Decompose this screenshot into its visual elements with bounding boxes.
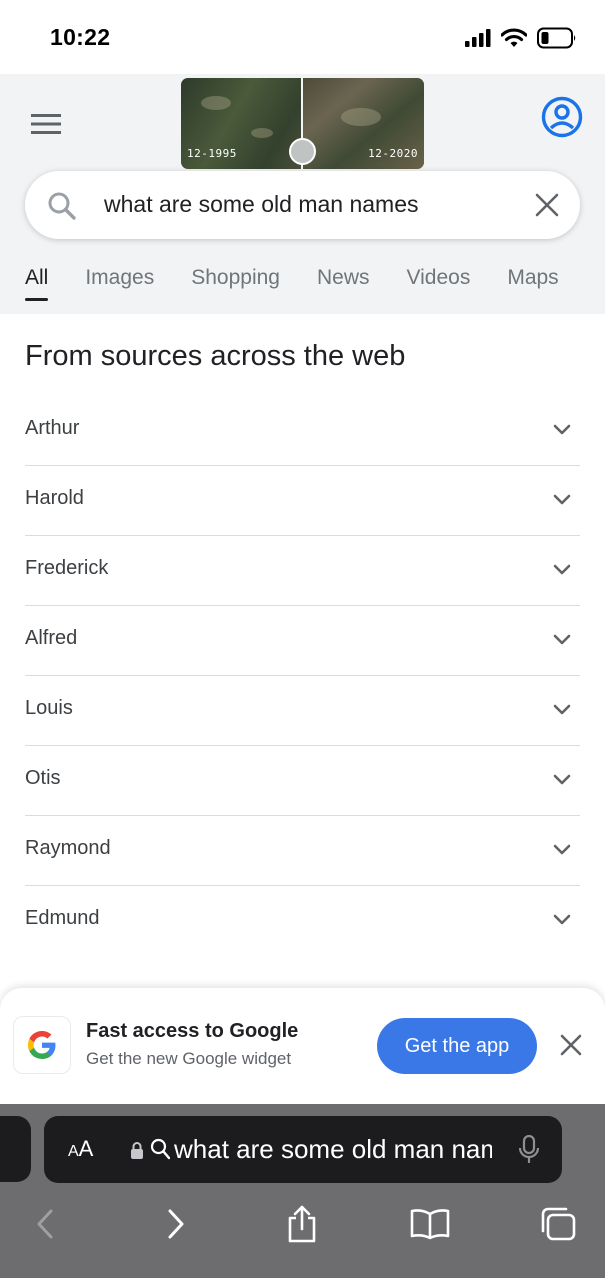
address-text: what are some old man names [174, 1134, 492, 1164]
reader-small-a: A [68, 1143, 79, 1160]
chevron-down-icon [553, 424, 571, 435]
list-item-label: Alfred [25, 627, 78, 649]
list-item[interactable]: Frederick [25, 536, 580, 606]
list-item-label: Raymond [25, 837, 111, 859]
list-item-label: Edmund [25, 907, 100, 929]
account-icon[interactable] [541, 96, 583, 138]
tab-news[interactable]: News [317, 262, 370, 314]
promo-title: Fast access to Google [86, 1020, 299, 1042]
chevron-down-icon [553, 844, 571, 855]
share-icon[interactable] [282, 1204, 322, 1244]
list-item-label: Arthur [25, 417, 80, 439]
get-app-button[interactable]: Get the app [377, 1018, 537, 1074]
tabs-icon[interactable] [538, 1204, 578, 1244]
list-item[interactable]: Harold [25, 466, 580, 536]
close-icon[interactable] [534, 192, 560, 218]
tab-maps[interactable]: Maps [507, 262, 558, 314]
menu-icon[interactable] [26, 104, 66, 144]
signal-icon [465, 29, 491, 47]
list-item[interactable]: Edmund [25, 886, 580, 956]
status-bar: 10:22 [0, 0, 605, 74]
google-header: 12-1995 12-2020 what are some old man na… [0, 74, 605, 314]
chevron-down-icon [553, 774, 571, 785]
chevron-down-icon [553, 914, 571, 925]
browser-toolbar: AA what are some old man names [0, 1104, 605, 1278]
bookmarks-icon[interactable] [410, 1204, 450, 1244]
forward-icon[interactable] [156, 1204, 196, 1244]
list-item-label: Louis [25, 697, 73, 719]
lock-icon [131, 1142, 143, 1159]
microphone-icon[interactable] [518, 1135, 540, 1165]
doodle-right-date: 12-2020 [368, 147, 418, 160]
address-bar[interactable]: AA what are some old man names [44, 1116, 562, 1183]
list-item-label: Frederick [25, 557, 109, 579]
previous-tab-preview[interactable] [0, 1116, 31, 1182]
list-item[interactable]: Alfred [25, 606, 580, 676]
google-logo-icon [13, 1016, 71, 1074]
list-item[interactable]: Raymond [25, 816, 580, 886]
tab-images[interactable]: Images [85, 262, 154, 314]
doodle-left-date: 12-1995 [187, 147, 237, 160]
search-input[interactable]: what are some old man names [104, 191, 419, 218]
doodle-texture [341, 108, 381, 126]
status-icons [465, 26, 577, 50]
status-time: 10:22 [50, 24, 111, 50]
wifi-icon [501, 28, 527, 47]
back-icon[interactable] [25, 1204, 65, 1244]
search-icon [48, 192, 76, 220]
list-item[interactable]: Louis [25, 676, 580, 746]
list-item-label: Harold [25, 487, 84, 509]
list-item[interactable]: Arthur [25, 396, 580, 466]
battery-icon [537, 27, 576, 49]
list-item-label: Otis [25, 767, 61, 789]
chevron-down-icon [553, 564, 571, 575]
doodle-texture [201, 96, 231, 110]
tab-videos[interactable]: Videos [406, 262, 470, 314]
name-list: Arthur Harold Frederick Alfred Louis Oti… [25, 396, 580, 956]
search-icon [150, 1138, 170, 1160]
doodle-slider-knob[interactable] [289, 138, 316, 165]
chevron-down-icon [553, 634, 571, 645]
list-item[interactable]: Otis [25, 746, 580, 816]
close-icon[interactable] [559, 1033, 583, 1057]
section-title: From sources across the web [25, 340, 406, 372]
promo-subtitle: Get the new Google widget [86, 1049, 292, 1068]
google-doodle[interactable]: 12-1995 12-2020 [181, 78, 424, 169]
reader-large-a: A [78, 1136, 94, 1161]
app-promo-banner: Fast access to Google Get the new Google… [0, 988, 605, 1104]
doodle-texture [251, 128, 273, 138]
reader-options-button[interactable]: AA [68, 1136, 93, 1162]
search-tabs: All Images Shopping News Videos Maps [0, 262, 605, 314]
tab-all[interactable]: All [25, 262, 49, 314]
chevron-down-icon [553, 494, 571, 505]
tab-shopping[interactable]: Shopping [191, 262, 280, 314]
search-bar[interactable]: what are some old man names [25, 171, 580, 239]
chevron-down-icon [553, 704, 571, 715]
